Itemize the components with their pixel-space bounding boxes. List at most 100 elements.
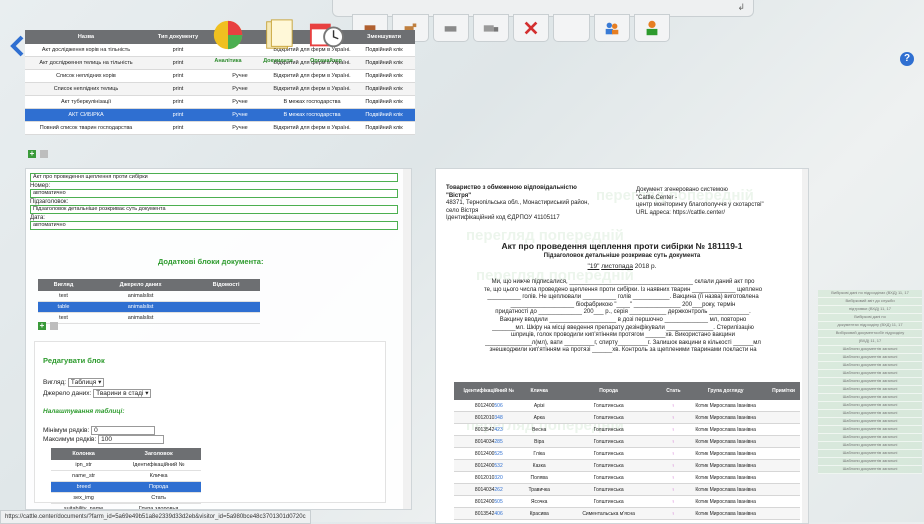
- min-rows-stepper[interactable]: 0: [91, 426, 155, 435]
- side-list-item[interactable]: Шаблони документів загальні: [818, 458, 922, 466]
- back-chevron-icon[interactable]: [10, 35, 24, 57]
- animal-name-cell: Віра: [524, 436, 555, 448]
- template-cell: Відкритий для ферм в Україні.: [271, 122, 353, 135]
- column-row[interactable]: breedПорода: [51, 482, 201, 493]
- side-list-item[interactable]: підтримки (ВХД) 11, 17: [818, 306, 922, 314]
- template-cell: Ручне: [209, 83, 271, 96]
- preview-scrollbar[interactable]: [802, 169, 808, 523]
- side-list-item[interactable]: Шаблони документів загальні: [818, 426, 922, 434]
- spacer-button[interactable]: [553, 14, 589, 42]
- body-line: придатності до _____________ 200___ р., …: [448, 309, 798, 317]
- block-cell: table: [38, 302, 89, 313]
- document-body: Ми, що нижче підписалися, ______________…: [448, 279, 798, 355]
- side-list-item[interactable]: Шаблони документів загальні: [818, 386, 922, 394]
- subtitle-field[interactable]: Підзаголовок детальніше розкриває суть д…: [30, 205, 398, 214]
- users-button[interactable]: [594, 14, 630, 42]
- delete-template-button[interactable]: [40, 150, 48, 158]
- animal-row: 8013542406КрасиваСиментальська м'ясна♀Ко…: [454, 508, 800, 520]
- help-button[interactable]: ?: [900, 52, 914, 66]
- body-line: шприців, голок проводили кип'ятінням про…: [448, 332, 798, 340]
- side-list-item[interactable]: Шаблони документів загальні: [818, 354, 922, 362]
- delete-button[interactable]: [513, 14, 549, 42]
- edit-block-section: Редагувати блок Вигляд: Таблиця ▾ Джерел…: [34, 341, 386, 503]
- animal-id-cell: 8012400525: [454, 448, 524, 460]
- column-cell: ipn_str: [51, 460, 116, 471]
- side-list-item[interactable]: Шаблони документів загальні: [818, 466, 922, 474]
- side-list-item[interactable]: Шаблони документів загальні: [818, 362, 922, 370]
- delete-block-button[interactable]: [50, 322, 58, 330]
- template-row[interactable]: Список неплідних корівprintРучнеВідкрити…: [25, 70, 415, 83]
- source-select-value: Тварини в стаді: [96, 390, 143, 397]
- add-block-button[interactable]: +: [38, 322, 46, 330]
- view-select[interactable]: Таблиця ▾: [68, 378, 104, 387]
- side-list-item[interactable]: Вибіркові дані по: [818, 314, 922, 322]
- column-row[interactable]: sex_imgСтать: [51, 493, 201, 504]
- date-year: 2018 р.: [635, 263, 657, 270]
- template-row[interactable]: АКТ СИБІРКАprintРучнеВ межах господарств…: [25, 109, 415, 122]
- animal-note-cell: [767, 472, 800, 484]
- animal-note-cell: [767, 400, 800, 412]
- side-list-item[interactable]: Шаблони документів загальні: [818, 346, 922, 354]
- block-row[interactable]: tableanimalslist: [38, 302, 260, 313]
- body-line: знешкоджили кип'ятінням на протязі _____…: [448, 347, 798, 355]
- side-list-item[interactable]: (ВХД) 11, 17: [818, 338, 922, 346]
- generated-line-2: "Cattle.Center -: [636, 195, 800, 203]
- animal-id-suffix: 505: [494, 499, 502, 505]
- document-title: Акт про проведення щеплення проти сибірк…: [436, 241, 808, 251]
- animal-id-suffix: 406: [494, 511, 502, 517]
- template-row[interactable]: Акт туберкулінізаціїprintРучнеВ межах го…: [25, 96, 415, 109]
- truck-button[interactable]: [473, 14, 509, 42]
- arrow-down-icon[interactable]: ↲: [737, 2, 745, 13]
- columns-col-column: Колонка: [51, 448, 116, 460]
- source-select[interactable]: Тварини в стаді ▾: [93, 389, 151, 398]
- documents-module[interactable]: Документи: [252, 18, 304, 64]
- blocks-col-info: Відомості: [192, 279, 260, 291]
- organizer-module[interactable]: Органайзер: [300, 18, 352, 64]
- template-cell: Повний список тварин господарства: [25, 122, 147, 135]
- animal-breed-cell: Голштинська: [555, 400, 663, 412]
- animal-id-prefix: 8012400: [475, 463, 494, 469]
- side-list-item[interactable]: Шаблони документів загальні: [818, 418, 922, 426]
- side-list-item[interactable]: Шаблони документів загальні: [818, 394, 922, 402]
- block-cell: animalslist: [89, 302, 192, 313]
- side-list-item[interactable]: Шаблони документів загальні: [818, 434, 922, 442]
- animal-group-cell: Котик Мирослава Іванівна: [684, 448, 767, 460]
- column-row[interactable]: ipn_strІдентифікаційний №: [51, 460, 201, 471]
- title-field[interactable]: Акт про проведення щеплення проти сибірк…: [30, 173, 398, 182]
- animals-col-header: Стать: [663, 382, 685, 400]
- company-block: Товариство з обмеженою відповідальністю …: [446, 185, 626, 223]
- analytics-label: Аналітика: [202, 58, 254, 64]
- side-list-item[interactable]: Шаблони документів загальні: [818, 442, 922, 450]
- template-row[interactable]: Повний список тварин господарстваprintРу…: [25, 122, 415, 135]
- generated-line-3: центр моніторингу благополуччя у скотарс…: [636, 202, 800, 210]
- template-row[interactable]: Список неплідних телицьprintРучнеВідкрит…: [25, 83, 415, 96]
- side-list-item[interactable]: Вибіркові дані по підрозділах (ВХД) 11, …: [818, 290, 922, 298]
- editor-scrollbar[interactable]: [403, 169, 411, 509]
- block-row[interactable]: textanimalslist: [38, 313, 260, 324]
- side-list-item[interactable]: Вибірковий звіт до служби: [818, 298, 922, 306]
- add-template-button[interactable]: +: [28, 150, 36, 158]
- side-list-item[interactable]: документах підрозділу (ВХД) 11, 17: [818, 322, 922, 330]
- template-cell: Список неплідних телиць: [25, 83, 147, 96]
- max-rows-stepper[interactable]: 100: [98, 435, 164, 444]
- side-list-item[interactable]: Шаблони документів загальні: [818, 370, 922, 378]
- side-list-item[interactable]: Шаблони документів загальні: [818, 378, 922, 386]
- side-list-item[interactable]: Вибірковий документообіг підрозділу: [818, 330, 922, 338]
- user-button[interactable]: [634, 14, 670, 42]
- column-row[interactable]: name_strКличка: [51, 471, 201, 482]
- side-list-item[interactable]: Шаблони документів загальні: [818, 402, 922, 410]
- template-cell: Ручне: [209, 96, 271, 109]
- side-list-item[interactable]: Шаблони документів загальні: [818, 450, 922, 458]
- block-row[interactable]: textanimalslist: [38, 291, 260, 302]
- side-list-item[interactable]: Шаблони документів загальні: [818, 410, 922, 418]
- analytics-module[interactable]: Аналітика: [202, 18, 254, 64]
- template-cell: Подвійний клік: [353, 44, 415, 57]
- cattle-button[interactable]: [433, 14, 469, 42]
- animal-breed-cell: Голштинська: [555, 460, 663, 472]
- date-field[interactable]: автоматично: [30, 221, 398, 230]
- template-cell: В межах господарства: [271, 109, 353, 122]
- female-icon: ♀: [663, 412, 685, 424]
- number-field[interactable]: автоматично: [30, 189, 398, 198]
- template-cell: Подвійний клік: [353, 109, 415, 122]
- columns-table: Колонка Заголовок ipn_strІдентифікаційни…: [51, 448, 201, 510]
